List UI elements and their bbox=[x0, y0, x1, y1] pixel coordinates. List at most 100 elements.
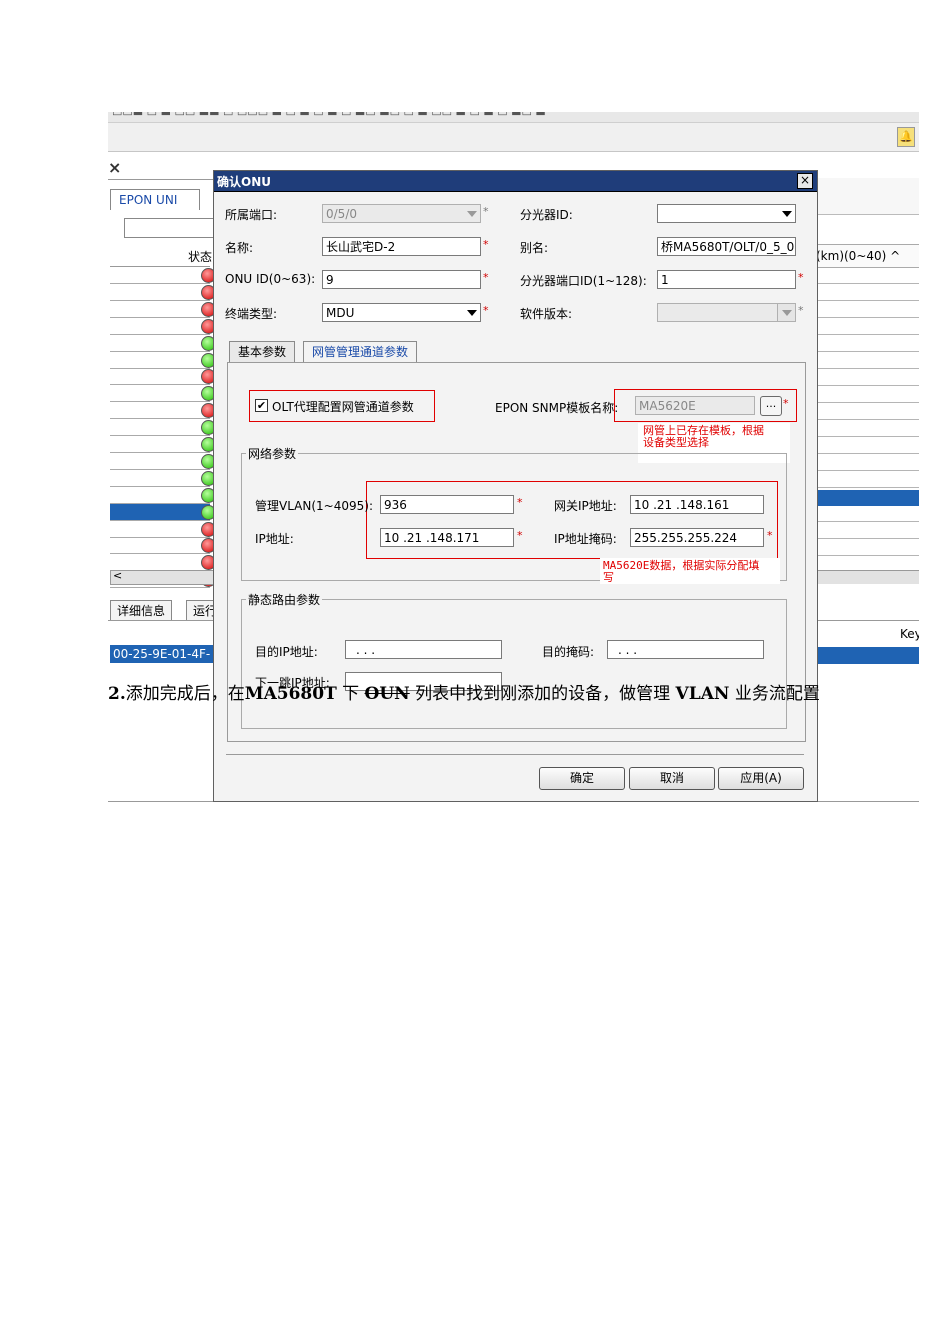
required-mark: * bbox=[798, 271, 804, 284]
software-version-label: 软件版本: bbox=[520, 307, 573, 321]
dropdown-button[interactable] bbox=[777, 304, 795, 321]
grid-line bbox=[816, 419, 919, 420]
scroll-left-icon[interactable]: < bbox=[113, 569, 122, 582]
table-row[interactable] bbox=[110, 402, 216, 420]
gateway-ip-label: 网关IP地址: bbox=[554, 499, 617, 513]
grid-line bbox=[816, 470, 919, 471]
splitter-id-select[interactable] bbox=[657, 204, 796, 223]
table-row[interactable] bbox=[110, 503, 216, 521]
required-mark: * bbox=[483, 304, 489, 317]
required-mark: * bbox=[483, 271, 489, 284]
table-row[interactable] bbox=[110, 352, 216, 369]
table-row[interactable] bbox=[110, 267, 216, 284]
grid-line bbox=[816, 487, 919, 488]
list-name: OUN bbox=[364, 684, 410, 704]
key-column-label: Key bbox=[900, 627, 919, 641]
mgmt-vlan-input[interactable]: 936 bbox=[380, 495, 514, 514]
terminal-type-value: MDU bbox=[326, 306, 355, 320]
close-tab-icon[interactable]: × bbox=[108, 158, 121, 177]
table-row[interactable] bbox=[110, 470, 216, 487]
required-mark: * bbox=[767, 529, 773, 542]
grid-line bbox=[816, 368, 919, 369]
ok-button[interactable]: 确定 bbox=[539, 767, 625, 790]
toolbar: 🔔 bbox=[108, 123, 919, 152]
apply-button[interactable]: 应用(A) bbox=[718, 767, 804, 790]
gateway-ip-input[interactable]: 10 .21 .148.161 bbox=[630, 495, 764, 514]
dest-mask-input[interactable]: . . . bbox=[607, 640, 764, 659]
splitter-port-input[interactable]: 1 bbox=[657, 270, 796, 289]
name-input[interactable]: 长山武宅D-2 bbox=[322, 237, 481, 256]
ip-mask-input[interactable]: 255.255.255.224 bbox=[630, 528, 764, 547]
table-row[interactable] bbox=[110, 301, 216, 318]
ip-address-input[interactable]: 10 .21 .148.171 bbox=[380, 528, 514, 547]
tab-epon-uni[interactable]: EPON UNI bbox=[110, 189, 200, 210]
right-selected-detail-row[interactable] bbox=[816, 647, 919, 664]
right-selected-row[interactable] bbox=[816, 490, 919, 506]
highlight-box bbox=[366, 481, 778, 559]
table-row[interactable] bbox=[110, 537, 216, 555]
table-row[interactable] bbox=[110, 368, 216, 386]
required-mark: * bbox=[517, 529, 523, 542]
terminal-type-label: 终端类型: bbox=[225, 307, 278, 321]
onu-id-input[interactable]: 9 bbox=[322, 270, 481, 289]
dest-ip-input[interactable]: . . . bbox=[345, 640, 502, 659]
table-row[interactable] bbox=[110, 419, 216, 437]
dest-mask-label: 目的掩码: bbox=[542, 645, 595, 659]
tab-detail-info[interactable]: 详细信息 bbox=[110, 600, 173, 621]
table-row[interactable] bbox=[110, 453, 216, 470]
alias-input[interactable]: 桥MA5680T/OLT/0_5_0 bbox=[657, 237, 796, 256]
right-scrollbar[interactable] bbox=[816, 570, 919, 584]
table-row[interactable] bbox=[110, 487, 216, 504]
software-version-select[interactable] bbox=[657, 303, 796, 322]
cancel-button[interactable]: 取消 bbox=[629, 767, 715, 790]
olt-proxy-checkbox[interactable]: ✔ bbox=[255, 399, 268, 412]
chevron-down-icon bbox=[782, 310, 792, 316]
mgmt-vlan-label: 管理VLAN(1~4095): bbox=[255, 499, 373, 513]
table-row[interactable] bbox=[110, 521, 216, 538]
distance-column-header: (km)(0~40) ^ bbox=[816, 244, 919, 268]
table-row[interactable] bbox=[110, 436, 216, 453]
device-name: MA5680T bbox=[244, 684, 337, 704]
table-row[interactable] bbox=[110, 284, 216, 301]
required-mark: * bbox=[783, 397, 789, 410]
chevron-down-icon bbox=[467, 211, 477, 217]
step-number: 2. bbox=[108, 684, 126, 704]
grid-line bbox=[816, 317, 919, 318]
alarm-bell-icon[interactable]: 🔔 bbox=[897, 127, 915, 147]
dest-ip-label: 目的IP地址: bbox=[255, 645, 318, 659]
grid-line bbox=[816, 334, 919, 335]
grid-line bbox=[816, 385, 919, 386]
grid-line bbox=[816, 436, 919, 437]
required-mark: * bbox=[483, 238, 489, 251]
table-row[interactable] bbox=[110, 554, 216, 572]
status-column-header: 状态 bbox=[188, 250, 213, 264]
required-mark: * bbox=[798, 304, 804, 317]
step-text-3: 列表中找到刚添加的设备，做管理 bbox=[409, 684, 676, 704]
tab-nms-channel-params[interactable]: 网管管理通道参数 bbox=[303, 341, 418, 362]
table-row[interactable] bbox=[110, 335, 216, 352]
terminal-type-select[interactable]: MDU bbox=[322, 303, 481, 322]
grid-line bbox=[816, 453, 919, 454]
confirm-onu-dialog: 确认ONU × 所属端口: 0/5/0 * 分光器ID: 名称: 长山武宅D-2… bbox=[213, 170, 818, 802]
onu-status-grid bbox=[110, 266, 216, 589]
port-select[interactable]: 0/5/0 bbox=[322, 204, 481, 223]
dialog-close-icon[interactable]: × bbox=[797, 173, 813, 189]
data-note: MA5620E数据，根据实际分配填 写 bbox=[603, 559, 760, 584]
network-params-label: 网络参数 bbox=[246, 445, 299, 462]
chevron-down-icon bbox=[782, 211, 792, 217]
name-label: 名称: bbox=[225, 241, 254, 255]
port-value: 0/5/0 bbox=[326, 207, 357, 221]
grid-line bbox=[816, 351, 919, 352]
snmp-template-input[interactable]: MA5620E bbox=[635, 396, 755, 415]
tab-basic-params[interactable]: 基本参数 bbox=[229, 341, 296, 362]
grid-line bbox=[816, 402, 919, 403]
ip-mask-label: IP地址掩码: bbox=[554, 532, 617, 546]
selected-mac-row[interactable]: 00-25-9E-01-4F- bbox=[110, 645, 213, 663]
table-row[interactable] bbox=[110, 385, 216, 403]
browse-button[interactable]: ... bbox=[760, 396, 782, 416]
filter-input[interactable] bbox=[124, 218, 216, 238]
table-row[interactable] bbox=[110, 318, 216, 335]
horizontal-scrollbar[interactable]: < bbox=[110, 569, 214, 585]
static-route-label: 静态路由参数 bbox=[246, 591, 323, 608]
dialog-title: 确认ONU bbox=[217, 175, 271, 189]
